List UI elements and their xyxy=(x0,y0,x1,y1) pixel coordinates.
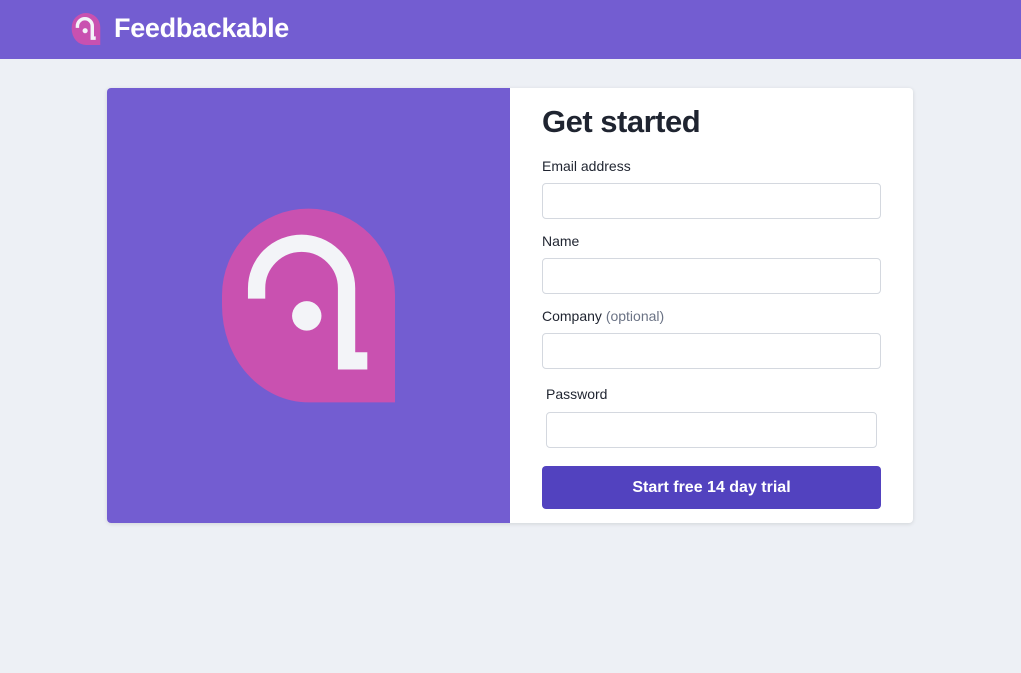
page-title: Get started xyxy=(542,104,701,139)
signup-card: Get started Email address Name Company (… xyxy=(107,88,913,523)
company-label-text: Company xyxy=(542,308,602,324)
password-label: Password xyxy=(546,386,608,402)
name-field[interactable] xyxy=(542,258,881,294)
start-trial-button[interactable]: Start free 14 day trial xyxy=(542,466,881,509)
optional-hint: (optional) xyxy=(605,308,665,324)
brand-name[interactable]: Feedbackable xyxy=(114,11,289,45)
email-field[interactable] xyxy=(542,183,881,219)
feedbackable-logo-icon[interactable] xyxy=(71,13,101,45)
feedbackable-logo-icon xyxy=(222,208,395,403)
company-label: Company (optional) xyxy=(542,307,664,325)
company-field[interactable] xyxy=(542,333,881,369)
password-field[interactable] xyxy=(546,412,877,448)
name-label: Name xyxy=(542,233,580,249)
signup-form: Get started Email address Name Company (… xyxy=(510,88,913,523)
top-navbar: Feedbackable xyxy=(0,0,1021,59)
hero-panel xyxy=(107,88,510,523)
email-label: Email address xyxy=(542,158,631,174)
